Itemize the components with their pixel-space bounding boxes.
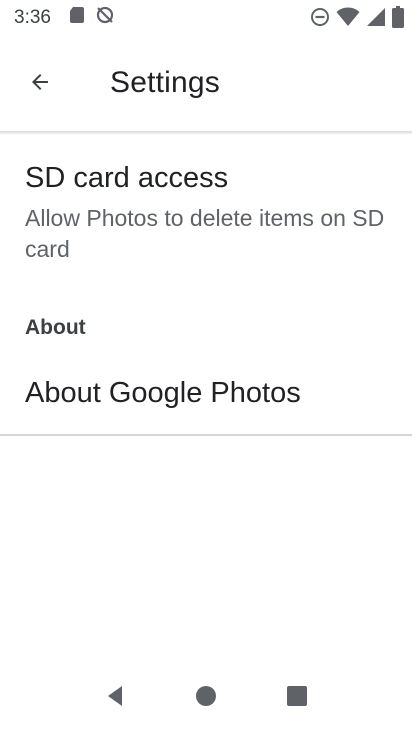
back-arrow-icon bbox=[28, 70, 52, 99]
status-time: 3:36 bbox=[14, 7, 51, 28]
app-bar: Settings bbox=[0, 36, 412, 132]
status-bar: 3:36 bbox=[0, 0, 412, 36]
setting-title: About Google Photos bbox=[25, 377, 301, 409]
sd-card-icon bbox=[69, 6, 85, 30]
signal-icon bbox=[366, 7, 386, 33]
recents-icon bbox=[285, 684, 309, 713]
back-button[interactable] bbox=[16, 60, 64, 108]
nav-back-button[interactable] bbox=[91, 674, 139, 722]
divider bbox=[0, 434, 412, 436]
do-not-disturb-icon bbox=[310, 7, 330, 33]
home-icon bbox=[194, 684, 218, 713]
setting-summary: Allow Photos to delete items on SD card bbox=[25, 205, 385, 262]
section-header-about: About bbox=[25, 316, 86, 339]
status-left-icons bbox=[69, 5, 115, 31]
no-sync-icon bbox=[95, 5, 115, 31]
nav-home-button[interactable] bbox=[182, 674, 230, 722]
battery-icon bbox=[392, 6, 404, 34]
nav-recents-button[interactable] bbox=[273, 674, 321, 722]
setting-sd-card-access[interactable]: SD card access Allow Photos to delete it… bbox=[0, 150, 412, 270]
setting-title: SD card access bbox=[25, 162, 229, 194]
page-title: Settings bbox=[110, 66, 220, 99]
status-right-icons bbox=[310, 6, 404, 34]
app-bar-shadow bbox=[0, 131, 412, 135]
wifi-icon bbox=[336, 7, 360, 33]
navigation-bar bbox=[0, 664, 412, 732]
setting-about-google-photos[interactable]: About Google Photos bbox=[0, 360, 412, 434]
back-icon bbox=[104, 684, 126, 713]
